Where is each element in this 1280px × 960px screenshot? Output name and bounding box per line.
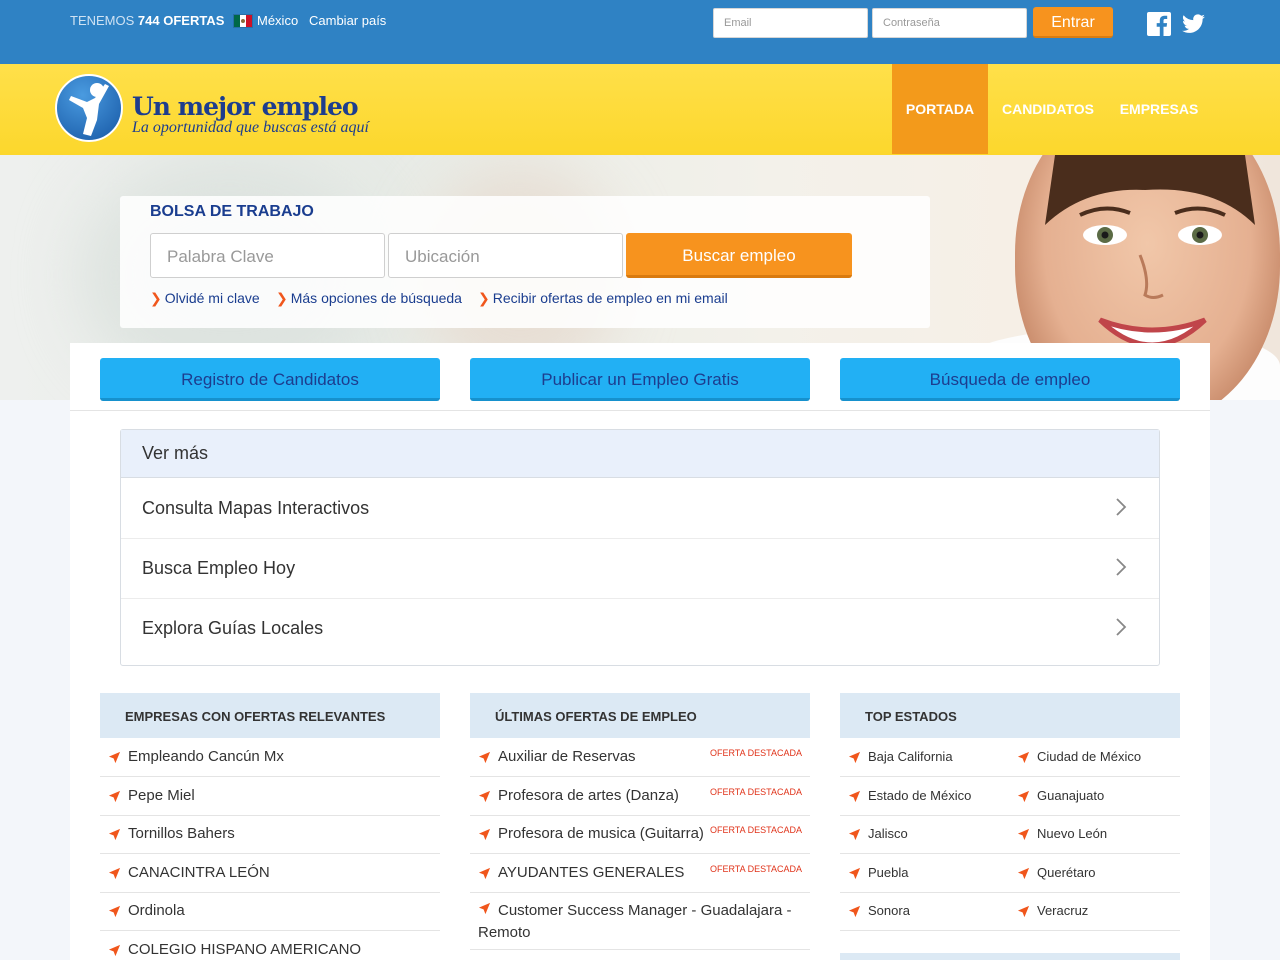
chevron-right-icon <box>1116 498 1127 516</box>
next-section-header <box>840 953 1180 960</box>
logo-subtitle: La oportunidad que buscas está aquí <box>132 119 369 136</box>
keyword-input[interactable]: Palabra Clave <box>150 233 385 278</box>
password-input[interactable]: Contraseña <box>872 8 1027 38</box>
offers-prefix: TENEMOS <box>70 13 135 28</box>
featured-badge: OFERTA DESTACADA <box>709 864 802 874</box>
change-country-link[interactable]: Cambiar país <box>309 13 386 28</box>
location-arrow-icon <box>848 905 861 918</box>
location-arrow-icon <box>108 944 121 957</box>
advanced-search-link[interactable]: ❯ Más opciones de búsqueda <box>276 290 462 307</box>
company-item[interactable]: Tornillos Bahers <box>100 815 440 854</box>
location-arrow-icon <box>478 828 491 841</box>
post-job-button[interactable]: Publicar un Empleo Gratis <box>470 358 810 401</box>
location-arrow-icon <box>848 828 861 841</box>
state-link[interactable]: Estado de México <box>868 788 971 803</box>
job-item[interactable]: Customer Success Manager - Guadalajara -… <box>470 892 810 950</box>
chevron-right-icon: ❯ <box>276 290 288 306</box>
job-item[interactable]: Profesora de artes (Danza) OFERTA DESTACA… <box>470 777 810 816</box>
company-item[interactable]: Ordinola <box>100 892 440 931</box>
job-search-button[interactable]: Búsqueda de empleo <box>840 358 1180 401</box>
logo-icon[interactable] <box>55 74 123 142</box>
offers-number: 744 OFERTAS <box>137 13 225 28</box>
location-arrow-icon <box>1017 867 1030 880</box>
location-arrow-icon <box>478 790 491 803</box>
nav-candidatos[interactable]: CANDIDATOS <box>996 64 1100 154</box>
job-item[interactable]: Auxiliar de Reservas OFERTA DESTACADA <box>470 738 810 777</box>
twitter-icon[interactable] <box>1182 12 1206 36</box>
state-link[interactable]: Guanajuato <box>1037 788 1104 803</box>
state-link[interactable]: Veracruz <box>1037 903 1088 918</box>
featured-badge: OFERTA DESTACADA <box>709 787 802 797</box>
company-item[interactable]: Empleando Cancún Mx <box>100 738 440 777</box>
state-link[interactable]: Nuevo León <box>1037 826 1107 841</box>
location-arrow-icon <box>1017 828 1030 841</box>
location-arrow-icon <box>108 828 121 841</box>
location-arrow-icon <box>108 867 121 880</box>
list-item-mapas[interactable]: Consulta Mapas Interactivos <box>121 479 1159 539</box>
register-candidates-button[interactable]: Registro de Candidatos <box>100 358 440 401</box>
location-arrow-icon <box>1017 790 1030 803</box>
job-item[interactable]: AYUDANTES GENERALES OFERTA DESTACADA <box>470 854 810 893</box>
featured-badge: OFERTA DESTACADA <box>709 748 802 758</box>
location-arrow-icon <box>108 751 121 764</box>
latest-offers-header: ÚLTIMAS OFERTAS DE EMPLEO <box>470 693 810 738</box>
state-row: Puebla Querétaro <box>840 854 1180 893</box>
list-item-busca[interactable]: Busca Empleo Hoy <box>121 539 1159 599</box>
divider <box>70 410 1210 411</box>
top-states-header: TOP ESTADOS <box>840 693 1180 738</box>
state-link[interactable]: Baja California <box>868 749 953 764</box>
location-arrow-icon <box>478 751 491 764</box>
facebook-icon[interactable] <box>1147 12 1171 36</box>
location-arrow-icon <box>1017 751 1030 764</box>
search-title: BOLSA DE TRABAJO <box>150 203 314 220</box>
chevron-right-icon <box>1116 558 1127 576</box>
company-item[interactable]: Pepe Miel <box>100 777 440 816</box>
chevron-right-icon: ❯ <box>150 290 162 306</box>
offers-count: TENEMOS 744 OFERTAS <box>70 13 224 28</box>
featured-badge: OFERTA DESTACADA <box>709 825 802 835</box>
company-item[interactable]: CANACINTRA LEÓN <box>100 854 440 893</box>
ver-mas-title: Ver más <box>121 430 1159 478</box>
location-arrow-icon <box>478 900 498 922</box>
location-arrow-icon <box>108 790 121 803</box>
mexico-flag-icon <box>233 13 253 28</box>
chevron-right-icon: ❯ <box>478 290 490 306</box>
location-input[interactable]: Ubicación <box>388 233 623 278</box>
login-button[interactable]: Entrar <box>1033 7 1113 38</box>
location-arrow-icon <box>478 867 491 880</box>
state-link[interactable]: Querétaro <box>1037 865 1096 880</box>
email-alerts-link[interactable]: ❯ Recibir ofertas de empleo en mi email <box>478 290 728 307</box>
state-link[interactable]: Puebla <box>868 865 908 880</box>
list-item-label: Busca Empleo Hoy <box>142 558 296 578</box>
state-row: Estado de México Guanajuato <box>840 777 1180 816</box>
person-icon <box>69 83 109 136</box>
state-link[interactable]: Jalisco <box>868 826 908 841</box>
state-row: Sonora Veracruz <box>840 892 1180 931</box>
country-selector[interactable]: México <box>233 13 298 28</box>
location-arrow-icon <box>848 751 861 764</box>
list-item-label: Explora Guías Locales <box>142 618 324 638</box>
job-item[interactable]: Profesora de musica (Guitarra) OFERTA DES… <box>470 815 810 854</box>
nav-portada[interactable]: PORTADA <box>892 64 988 154</box>
nav-empresas[interactable]: EMPRESAS <box>1114 64 1204 154</box>
location-arrow-icon <box>848 790 861 803</box>
search-button[interactable]: Buscar empleo <box>626 233 852 278</box>
state-row: Baja California Ciudad de México <box>840 738 1180 777</box>
state-link[interactable]: Sonora <box>868 903 910 918</box>
forgot-password-link[interactable]: ❯ Olvidé mi clave <box>150 290 260 307</box>
company-item[interactable]: COLEGIO HISPANO AMERICANO <box>100 931 440 960</box>
email-input[interactable]: Email <box>713 8 868 38</box>
location-arrow-icon <box>108 905 121 918</box>
logo-title[interactable]: Un mejor empleo <box>132 92 359 121</box>
state-link[interactable]: Ciudad de México <box>1037 749 1141 764</box>
companies-header: EMPRESAS CON OFERTAS RELEVANTES <box>100 693 440 738</box>
list-item-label: Consulta Mapas Interactivos <box>142 498 370 518</box>
chevron-right-icon <box>1116 618 1127 636</box>
state-row: Jalisco Nuevo León <box>840 815 1180 854</box>
country-name: México <box>257 13 299 28</box>
list-item-guias[interactable]: Explora Guías Locales <box>121 599 1159 659</box>
location-arrow-icon <box>1017 905 1030 918</box>
location-arrow-icon <box>848 867 861 880</box>
